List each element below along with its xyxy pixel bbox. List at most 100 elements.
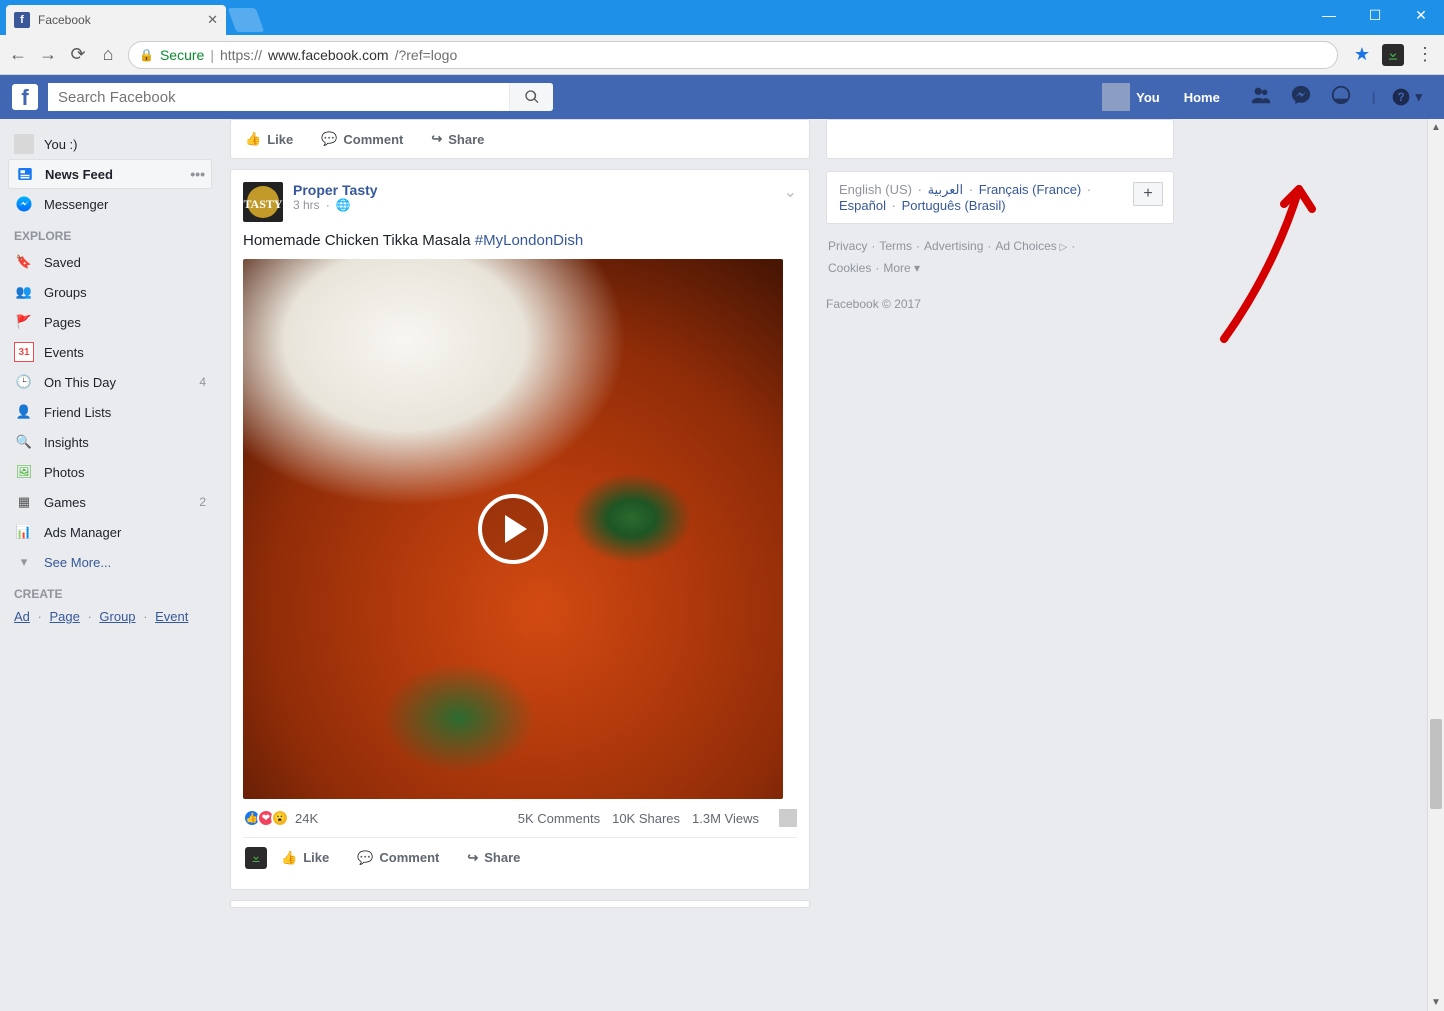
see-more-label: See More...	[44, 555, 111, 570]
sidebar-newsfeed-label: News Feed	[45, 167, 113, 182]
comment-button[interactable]: 💬Comment	[343, 850, 453, 866]
nav-reload-button[interactable]: ⟳	[68, 44, 88, 65]
messenger-icon[interactable]	[1290, 84, 1312, 111]
post-options-chevron[interactable]: ⌄	[784, 182, 797, 222]
sidebar-item-on-this-day[interactable]: 🕒On This Day4	[8, 367, 212, 397]
nav-back-button[interactable]: ←	[8, 44, 28, 65]
footer-ad-choices-link[interactable]: Ad Choices	[995, 239, 1056, 253]
url-host: www.facebook.com	[268, 47, 389, 63]
globe-icon[interactable]: 🌐	[336, 198, 351, 212]
sidebar-item-games[interactable]: ▦Games2	[8, 487, 212, 517]
downloader-extension-icon[interactable]	[1382, 44, 1404, 66]
facebook-favicon: f	[14, 12, 30, 28]
secure-label: Secure	[160, 47, 204, 63]
friend-requests-icon[interactable]	[1250, 84, 1272, 111]
sidebar-see-more[interactable]: ▾ See More...	[8, 547, 212, 577]
sidebar-item-ads-manager[interactable]: 📊Ads Manager	[8, 517, 212, 547]
tab-title: Facebook	[38, 13, 91, 27]
search-input[interactable]	[48, 83, 509, 111]
sidebar-item-events[interactable]: 31Events	[8, 337, 212, 367]
sidebar-newsfeed[interactable]: News Feed •••	[8, 159, 212, 189]
tab-close-icon[interactable]: ✕	[207, 12, 218, 28]
share-icon: ↪	[467, 850, 478, 866]
insights-icon: 🔍	[14, 432, 34, 452]
sidebar-item-insights[interactable]: 🔍Insights	[8, 427, 212, 457]
vertical-scrollbar[interactable]: ▲ ▼	[1427, 119, 1444, 1011]
post-timestamp[interactable]: 3 hrs	[293, 198, 320, 212]
language-box: + English (US) · العربية · Français (Fra…	[826, 171, 1174, 224]
window-controls: — ☐ ✕	[1306, 0, 1444, 30]
download-video-button[interactable]	[245, 847, 267, 869]
language-option[interactable]: Español	[839, 198, 886, 213]
nav-home-button[interactable]: ⌂	[98, 44, 118, 65]
create-heading: CREATE	[14, 587, 212, 601]
reaction-icons[interactable]: 👍 ❤ 😮	[243, 809, 285, 827]
language-option[interactable]: Français (France)	[979, 182, 1082, 197]
sidebar-profile[interactable]: You :)	[8, 129, 212, 159]
new-tab-button[interactable]	[228, 8, 265, 32]
home-link[interactable]: Home	[1174, 75, 1230, 119]
footer-privacy-link[interactable]: Privacy	[828, 239, 867, 253]
footer-cookies-link[interactable]: Cookies	[828, 261, 871, 275]
post-text: Homemade Chicken Tikka Masala #MyLondonD…	[243, 232, 797, 249]
shares-count[interactable]: 10K Shares	[612, 811, 680, 826]
post-author-avatar[interactable]	[243, 182, 283, 222]
notifications-icon[interactable]	[1330, 84, 1352, 111]
facebook-logo[interactable]: f	[12, 84, 38, 110]
help-button[interactable]: ? ▾	[1391, 87, 1422, 107]
post-author-link[interactable]: Proper Tasty	[293, 182, 378, 198]
sidebar-item-friend-lists[interactable]: 👤Friend Lists	[8, 397, 212, 427]
sponsored-box	[826, 119, 1174, 159]
window-close-button[interactable]: ✕	[1398, 0, 1444, 30]
prev-comment-button[interactable]: 💬Comment	[307, 131, 417, 147]
copyright: Facebook © 2017	[826, 297, 1174, 311]
views-count[interactable]: 1.3M Views	[692, 811, 759, 826]
scroll-thumb[interactable]	[1430, 719, 1442, 809]
sidebar-item-photos[interactable]: 🖼Photos	[8, 457, 212, 487]
sidebar-profile-label: You :)	[44, 137, 78, 152]
nav-forward-button[interactable]: →	[38, 44, 58, 65]
omnibox[interactable]: 🔒 Secure | https://www.facebook.com/?ref…	[128, 41, 1338, 69]
footer-advertising-link[interactable]: Advertising	[924, 239, 983, 253]
friend-lists-icon: 👤	[14, 402, 34, 422]
bookmark-star-icon[interactable]: ★	[1354, 44, 1370, 65]
prev-share-button[interactable]: ↪Share	[417, 131, 498, 147]
reaction-count[interactable]: 24K	[295, 811, 318, 826]
search-button[interactable]	[509, 83, 553, 111]
url-scheme: https://	[220, 47, 262, 63]
add-language-button[interactable]: +	[1133, 182, 1163, 206]
sidebar-item-count: 2	[199, 495, 206, 509]
newsfeed-options-icon[interactable]: •••	[190, 166, 205, 182]
footer-more-link[interactable]: More	[883, 261, 910, 275]
window-minimize-button[interactable]: —	[1306, 0, 1352, 30]
browser-menu-button[interactable]: ⋮	[1416, 44, 1436, 65]
browser-tab[interactable]: f Facebook ✕	[6, 5, 226, 35]
sidebar-messenger-label: Messenger	[44, 197, 108, 212]
create-ad-link[interactable]: Ad	[14, 609, 30, 624]
profile-chip[interactable]: You	[1094, 83, 1168, 111]
footer-terms-link[interactable]: Terms	[879, 239, 912, 253]
annotation-arrow	[1204, 169, 1324, 349]
facebook-header: f You Home | ? ▾	[0, 75, 1444, 119]
sidebar-item-saved[interactable]: 🔖Saved	[8, 247, 212, 277]
language-option[interactable]: Português (Brasil)	[902, 198, 1006, 213]
window-maximize-button[interactable]: ☐	[1352, 0, 1398, 30]
comments-count[interactable]: 5K Comments	[518, 811, 600, 826]
scroll-up-arrow[interactable]: ▲	[1428, 119, 1444, 136]
create-page-link[interactable]: Page	[49, 609, 79, 624]
create-event-link[interactable]: Event	[155, 609, 188, 624]
share-button[interactable]: ↪Share	[453, 850, 534, 866]
language-option[interactable]: العربية	[928, 182, 964, 197]
post-video[interactable]	[243, 259, 783, 799]
games-icon: ▦	[14, 492, 34, 512]
prev-like-button[interactable]: 👍Like	[231, 131, 307, 147]
post-hashtag-link[interactable]: #MyLondonDish	[475, 232, 583, 249]
sidebar-item-groups[interactable]: 👥Groups	[8, 277, 212, 307]
create-group-link[interactable]: Group	[99, 609, 135, 624]
scroll-down-arrow[interactable]: ▼	[1428, 994, 1444, 1011]
like-button[interactable]: 👍Like	[267, 850, 343, 866]
sidebar-item-pages[interactable]: 🚩Pages	[8, 307, 212, 337]
footer-links: Privacy·Terms·Advertising·Ad Choices ▷·C…	[826, 236, 1174, 279]
messenger-sidebar-icon	[14, 194, 34, 214]
sidebar-messenger[interactable]: Messenger	[8, 189, 212, 219]
